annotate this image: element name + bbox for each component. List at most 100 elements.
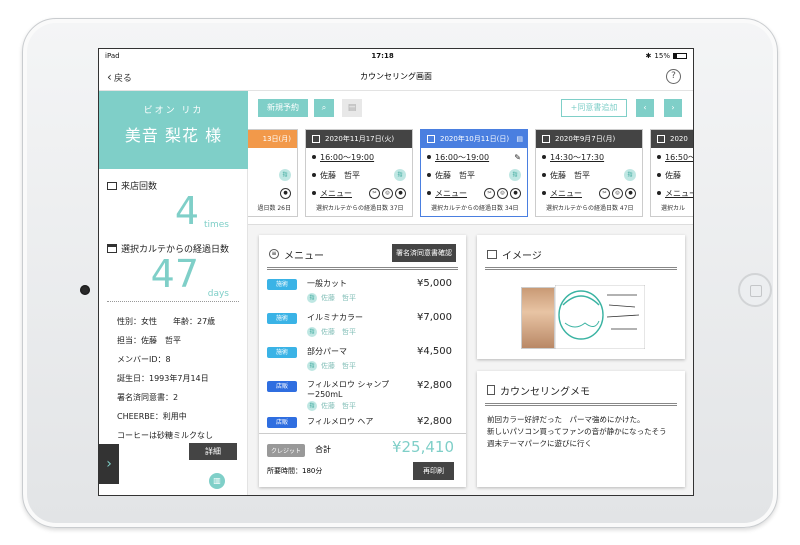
staff-chip-icon: 指	[307, 327, 317, 337]
menu-list[interactable]: 施術 一般カット ¥5,000 指佐藤 哲平 施術 イルミナカラー ¥7,000…	[259, 275, 466, 433]
visit-time-row: 日	[248, 148, 297, 166]
menu-item[interactable]: 施術 一般カット ¥5,000 指佐藤 哲平	[259, 275, 466, 309]
next-button[interactable]: ›	[664, 99, 682, 117]
memo-text[interactable]: 前回カラー好評だった パーマ強めにかけた。 新しいパソコン買ってファンの音が静か…	[477, 406, 685, 458]
battery-status: ✱ 15%	[646, 52, 687, 60]
document-icon: ▤	[516, 135, 523, 143]
menu-item[interactable]: 店販 フィルメロウ シャンプー250mL ¥2,800 指佐藤 哲平	[259, 377, 466, 413]
visit-staff-row: 指	[248, 166, 297, 184]
visit-time-row: 16:50～	[651, 148, 694, 166]
visit-card-selected[interactable]: 2020年10月11日(日) ▤ 16:00～19:00 ✎ 佐藤 哲平 指 メニュ…	[420, 129, 528, 217]
trash-icon: ▤	[347, 103, 357, 113]
bullet-icon	[427, 173, 431, 177]
battery-icon	[672, 53, 687, 59]
store-icon	[107, 181, 117, 190]
menu-item-name: 部分パーマ	[307, 347, 347, 356]
visit-menu-row: メニュー	[651, 184, 693, 202]
visit-time-row: 14:30～17:30	[536, 148, 642, 166]
visits-label-row: 来店回数	[99, 169, 247, 192]
new-booking-button[interactable]: 新規予約	[258, 99, 308, 117]
menu-icons: ✂ ◎ ●	[484, 187, 521, 199]
visit-staff: 佐藤 哲平	[320, 170, 360, 180]
delete-button[interactable]: ▤	[342, 99, 362, 117]
visit-card[interactable]: 2020年11月17日(火) 16:00～19:00 佐藤 哲平 指 メニュー ✂ ◎…	[305, 129, 413, 217]
visit-elapsed: 選択カルテからの経過日数 47日	[546, 205, 634, 212]
search-button[interactable]: ⌕	[314, 99, 334, 117]
help-button[interactable]: ?	[666, 69, 681, 84]
visit-menu: メニュー	[320, 188, 352, 198]
checkbox-icon	[657, 135, 665, 143]
menu-item[interactable]: 店販 フィルメロウ ヘア ¥2,800	[259, 413, 466, 433]
visit-time-row: 16:00～19:00	[306, 148, 412, 166]
prev-button[interactable]: ‹	[636, 99, 654, 117]
toolbar: 新規予約 ⌕ ▤ +同意書追加 ‹ ›	[248, 91, 693, 125]
home-button[interactable]	[738, 273, 772, 307]
screen: iPad 17:18 ✱ 15% ‹ 戻る カウンセリング画面 ? ビオン リカ…	[98, 48, 694, 496]
menu-item[interactable]: 施術 部分パーマ ¥4,500 指佐藤 哲平	[259, 343, 466, 377]
back-button[interactable]: ‹ 戻る	[107, 70, 132, 84]
visit-time: 16:00～19:00	[320, 152, 375, 162]
menu-item-name: イルミナカラー	[307, 313, 363, 322]
visit-staff-row: 佐藤	[651, 166, 693, 184]
days-stat: 47 days	[99, 255, 247, 301]
visit-elapsed: 過日数 26日	[257, 205, 291, 212]
status-bar: iPad 17:18 ✱ 15%	[99, 49, 693, 63]
retail-tag: 店販	[267, 417, 297, 428]
card-icon[interactable]: ▥	[209, 473, 225, 489]
bullet-icon	[312, 191, 316, 195]
visit-elapsed: 選択カルテからの経過日数 34日	[431, 205, 519, 212]
retail-tag: 店販	[267, 381, 297, 392]
image-icon	[487, 249, 497, 259]
menu-chip-icon: ●	[280, 187, 291, 199]
visit-time-row: 16:00～19:00 ✎	[421, 148, 527, 166]
bullet-icon	[312, 155, 316, 159]
visit-date: 2020	[670, 135, 688, 143]
bullet-icon	[657, 155, 661, 159]
bluetooth-icon: ✱	[645, 52, 652, 60]
memo-line: 前回カラー好評だった パーマ強めにかけた。	[487, 415, 645, 424]
visit-time: 16:50～	[665, 152, 694, 162]
total-bar: クレジット 合計 ¥25,410 所要時間：180分 再印刷	[259, 433, 466, 485]
divider	[485, 267, 677, 270]
menu-item-name: フィルメロウ シャンプー250mL	[307, 380, 390, 399]
visit-date: 2020年10月11日(日)	[440, 135, 510, 143]
image-panel-title: イメージ	[502, 250, 542, 262]
service-tag: 施術	[267, 313, 297, 324]
visit-staff-row: 佐藤 哲平 指	[421, 166, 527, 184]
reprint-button[interactable]: 再印刷	[413, 462, 454, 480]
consent-confirm-button[interactable]: 署名済同意書確認	[392, 244, 456, 262]
checkbox-icon	[312, 135, 320, 143]
age: 年齢：27歳	[173, 317, 216, 326]
visit-time: 14:30～17:30	[550, 152, 605, 162]
menu-item-price: ¥5,000	[417, 278, 452, 289]
image-panel-header: イメージ	[477, 235, 685, 263]
checkbox-icon	[427, 135, 435, 143]
battery-percent: 15%	[654, 52, 670, 60]
menu-item[interactable]: 施術 イルミナカラー ¥7,000 指佐藤 哲平	[259, 309, 466, 343]
visit-staff-row: 佐藤 哲平 指	[306, 166, 412, 184]
customer-kana: ビオン リカ	[143, 106, 204, 116]
style-photo[interactable]	[521, 287, 555, 349]
days-value: 47	[150, 252, 199, 296]
visit-card[interactable]: 2020年9月7日(月) 14:30～17:30 佐藤 哲平指 メニュー ✂ ◎ ● …	[535, 129, 643, 217]
nav-bar: ‹ 戻る カウンセリング画面 ?	[99, 63, 693, 91]
customer-info: 性別：女性 年齢：27歳 担当：佐藤 哲平 メンバーID：8 誕生日：1993年…	[107, 301, 239, 445]
visit-card[interactable]: 2020 16:50～ 佐藤 メニュー 選択カル	[650, 129, 694, 217]
gender: 性別：女性	[117, 317, 157, 326]
bullet-icon	[542, 155, 546, 159]
menu-item-staff: 指佐藤 哲平	[307, 361, 356, 371]
add-consent-button[interactable]: +同意書追加	[561, 99, 627, 117]
bullet-icon	[427, 191, 431, 195]
list-icon: ≡	[269, 249, 279, 259]
expand-sidebar-button[interactable]: ›	[99, 444, 119, 484]
visit-date: 13日(月)	[262, 135, 291, 143]
chevron-left-icon: ‹	[107, 70, 112, 84]
handwritten-sketch[interactable]	[555, 285, 645, 349]
duration: 所要時間：180分	[267, 467, 323, 475]
visit-card[interactable]: 13日(月) 日 指 ● 過日数 26日	[248, 129, 298, 217]
detail-button[interactable]: 詳細	[189, 443, 237, 460]
menu-item-price: ¥7,000	[417, 312, 452, 323]
visit-card-header: 2020年11月17日(火)	[306, 130, 412, 148]
menu-item-staff: 指佐藤 哲平	[307, 293, 356, 303]
visit-menu: メニュー	[435, 188, 467, 198]
